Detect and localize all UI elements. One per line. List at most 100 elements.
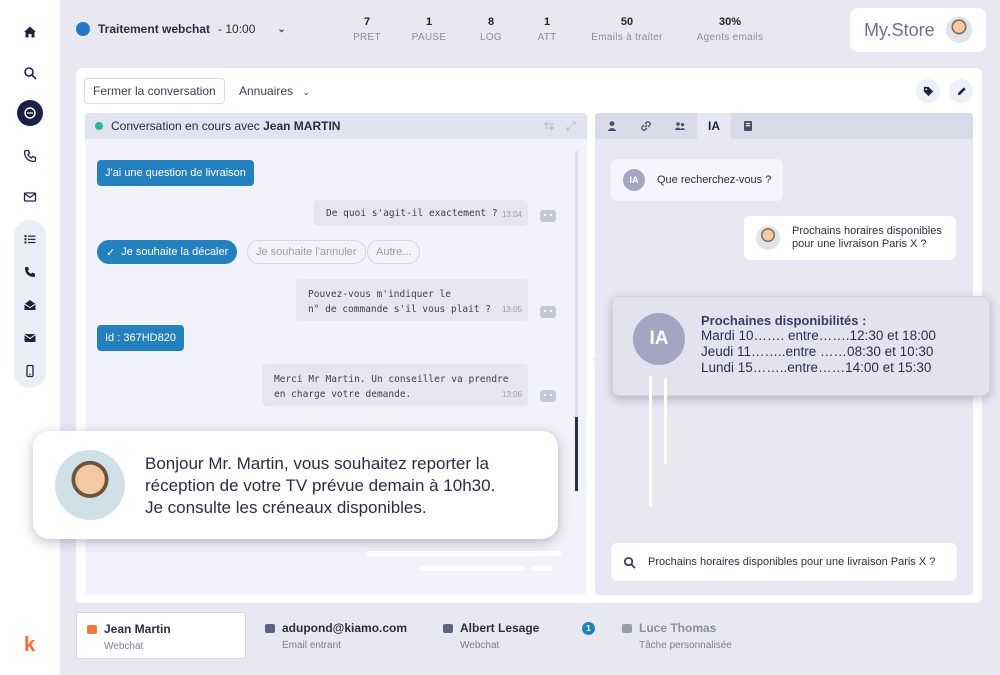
agent-message-line: réception de votre TV prévue demain à 10… [145,476,496,495]
user-icon [607,121,617,131]
message-text-2: n° de commande s'il vous plait ? [308,304,492,315]
edit-button[interactable] [949,79,973,103]
transfer-icon[interactable]: ⇆ [544,119,554,133]
store-card[interactable]: My.Store [850,8,986,52]
stat-value: 1 [425,16,433,28]
stat-emails: 50 Emails à traiter [582,16,672,43]
stat-label: PRET [353,32,381,43]
store-name: My.Store [864,19,935,40]
pencil-icon [957,86,966,95]
tag-icon [923,86,933,96]
avatar [946,17,972,43]
check-icon: ✓ [106,246,116,259]
stat-value: 1 [543,16,551,28]
stat-label: ATT [537,32,557,43]
message-time: 13:04 [501,210,522,219]
phone-icon[interactable] [16,258,44,286]
chat-icon[interactable] [17,100,43,126]
interaction-tabs: Jean Martin Webchat adupond@kiamo.com Em… [76,612,982,660]
tag-button[interactable] [916,79,940,103]
list-icon[interactable] [16,225,44,253]
availability-title: Prochaines disponibilités : [701,313,867,328]
agent-message-text: Bonjour Mr. Martin, vous souhaitez repor… [145,453,545,519]
bot-icon [540,306,556,318]
home-icon[interactable] [16,18,44,46]
agent-message-line: Bonjour Mr. Martin, vous souhaitez repor… [145,454,489,473]
connector-line [649,376,652,506]
sidebar: k [0,0,60,675]
availability-content: Prochaines disponibilités : Mardi 10……. … [701,313,936,376]
interaction-tab-adupond[interactable]: adupond@kiamo.com Email entrant [255,612,425,659]
tab-contact[interactable] [595,113,629,139]
mail-icon[interactable] [16,183,44,211]
chevron-down-icon[interactable]: ⌄ [277,24,285,35]
annuaires-label: Annuaires [239,84,294,98]
stat-pret: 7 PRET [347,16,387,43]
option-other-button[interactable]: Autre... [367,240,421,264]
annuaires-dropdown[interactable]: Annuaires ⌄ [239,84,310,98]
ai-question-text: Que recherchez-vous ? [657,174,772,186]
conversation-contact-name: Jean MARTIN [263,119,341,133]
connector-line [664,378,667,464]
interaction-type: Webchat [104,641,144,652]
interaction-tab-luce-thomas[interactable]: Luce Thomas Tâche personnalisée [612,612,782,659]
unread-badge: 1 [582,622,595,635]
online-dot [95,122,103,130]
user-query-line1: Prochains horaires disponibles [792,225,942,237]
envelope-icon[interactable] [16,324,44,352]
stat-label: PAUSE [411,32,447,43]
stat-log: 8 LOG [471,16,511,43]
tab-team[interactable] [663,113,697,139]
interaction-tab-jean-martin[interactable]: Jean Martin Webchat [76,612,246,659]
placeholder-line [419,566,525,571]
stat-value: 7 [363,16,371,28]
envelope-open-icon[interactable] [16,291,44,319]
message-text: Merci Mr Martin. Un conseiller va prendr… [274,374,509,385]
bot-message: Pouvez-vous m'indiquer le n° de commande… [296,279,528,321]
user-query-line2: pour une livraison Paris X ? [792,238,927,250]
search-icon [624,556,636,569]
interaction-name: Jean Martin [104,622,171,636]
ia-badge: IA [633,313,685,365]
stat-pause: 1 PAUSE [409,16,449,43]
availability-card: IA Prochaines disponibilités : Mardi 10…… [612,296,990,396]
message-time: 13:05 [501,305,522,314]
mobile-icon[interactable] [16,357,44,385]
stat-agents: 30% Agents emails [685,16,775,43]
close-conversation-button[interactable]: Fermer la conversation [84,78,225,104]
availability-line: Lundi 15……..entre……14:00 et 15:30 [701,360,932,375]
stat-value: 30% [718,16,742,28]
agent-message-line: Je consulte les créneaux disponibles. [145,498,427,517]
message-text: De quoi s'agit-il exactement ? [326,208,498,219]
conversation-scrollbar[interactable] [575,151,578,491]
bot-message: Merci Mr Martin. Un conseiller va prendr… [262,364,528,406]
search-icon[interactable] [16,59,44,87]
chat-icon [87,625,97,634]
ia-badge: IA [623,169,645,191]
option-postpone-button[interactable]: ✓ Je souhaite la décaler [97,240,238,264]
availability-line: Mardi 10……. entre…….12:30 et 18:00 [701,328,936,343]
mail-icon [265,624,275,633]
stat-att: 1 ATT [527,16,567,43]
option-cancel-button[interactable]: Je souhaite l'annuler [247,240,366,264]
ai-panel-tabs: IA [595,113,973,139]
status-selector[interactable]: Traitement webchat - 10:00 ⌄ [76,22,286,36]
brand-logo: k [24,634,36,656]
notes-icon [744,121,752,131]
chevron-down-icon: ⌄ [302,87,310,97]
bot-icon [540,210,556,222]
tab-links[interactable] [629,113,663,139]
expand-icon[interactable]: ⤢ [566,119,576,134]
interaction-tab-albert-lesage[interactable]: Albert Lesage Webchat 1 [433,612,603,659]
conversation-header: Conversation en cours avec Jean MARTIN ⇆… [85,113,587,139]
message-text: Pouvez-vous m'indiquer le [308,289,451,300]
phone-icon[interactable] [16,142,44,170]
placeholder-line [367,551,561,556]
scrollbar-thumb[interactable] [575,417,578,491]
tab-ia[interactable]: IA [697,113,731,139]
link-icon [641,121,651,131]
ai-search-field[interactable]: Prochains horaires disponibles pour une … [611,543,957,581]
avatar [756,226,780,250]
ai-question: IA Que recherchez-vous ? [611,159,783,201]
tab-notes[interactable] [731,113,765,139]
